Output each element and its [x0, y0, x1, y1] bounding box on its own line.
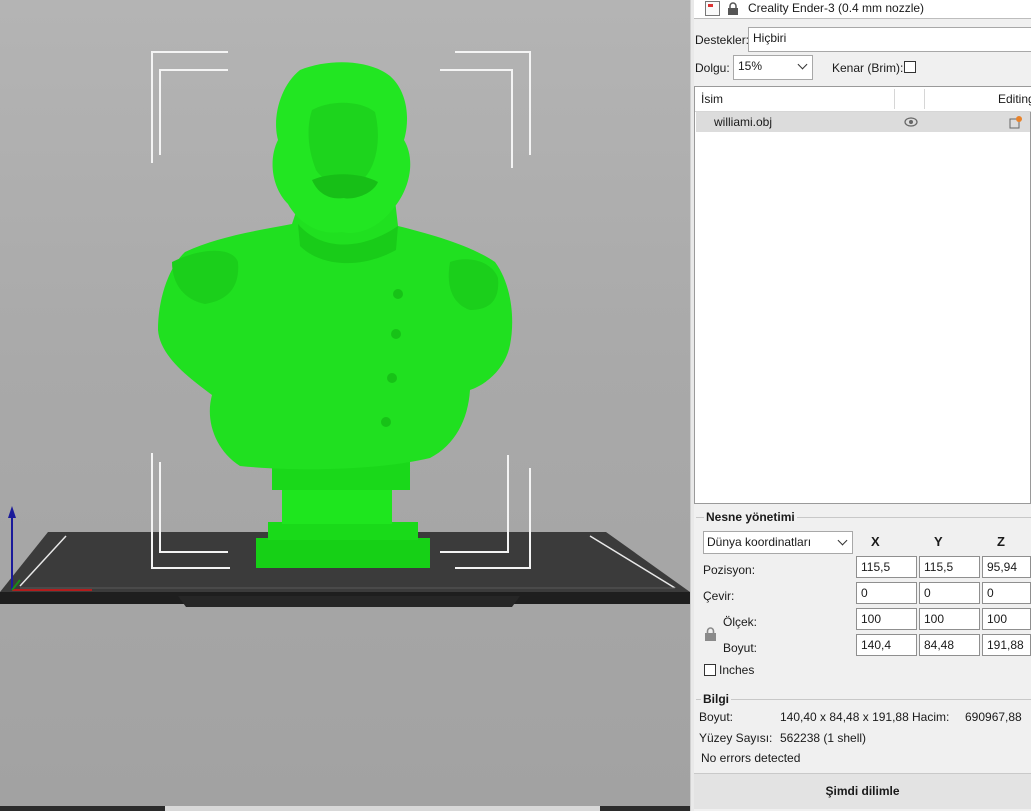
scene-canvas	[0, 51, 690, 607]
info-volume-label: Hacim:	[912, 710, 950, 724]
model-bust[interactable]	[158, 62, 513, 568]
inches-label: Inches	[719, 663, 755, 677]
printer-name: Creality Ender-3 (0.4 mm nozzle)	[748, 1, 925, 15]
sidebar-panel: Creality Ender-3 (0.4 mm nozzle) Destekl…	[694, 0, 1031, 811]
supports-value: Hiçbiri	[753, 31, 787, 45]
axis-y-label: Y	[934, 534, 943, 549]
column-editing-header[interactable]: Editing	[998, 92, 1031, 106]
info-size-label: Boyut:	[699, 710, 734, 724]
eye-icon[interactable]	[904, 117, 918, 127]
scale-label: Ölçek:	[723, 615, 758, 629]
info-size-value: 140,40 x 84,48 x 191,88	[780, 710, 909, 724]
supports-select[interactable]: Hiçbiri	[748, 27, 1031, 52]
position-x-input[interactable]: 115,5	[856, 556, 917, 578]
rotation-x-input[interactable]: 0	[856, 582, 917, 604]
size-x-input[interactable]: 140,4	[856, 634, 917, 656]
coordinate-system-value: Dünya koordinatları	[707, 535, 812, 549]
object-list[interactable]: İsim Editing williami.obj	[694, 86, 1031, 504]
info-volume-value: 690967,88	[965, 710, 1022, 724]
list-item[interactable]: williami.obj	[696, 112, 1030, 132]
infill-select[interactable]: 15%	[733, 55, 813, 80]
size-label: Boyut:	[723, 641, 758, 655]
object-name: williami.obj	[714, 115, 773, 129]
coordinate-system-select[interactable]: Dünya koordinatları	[703, 531, 853, 554]
column-name-header[interactable]: İsim	[701, 92, 723, 106]
brim-label: Kenar (Brim):	[832, 61, 904, 75]
info-errors-status: No errors detected	[701, 751, 801, 765]
viewport-toolbar-strip	[0, 806, 690, 811]
size-y-input[interactable]: 84,48	[919, 634, 980, 656]
info-facets-value: 562238 (1 shell)	[780, 731, 867, 745]
rotation-y-input[interactable]: 0	[919, 582, 980, 604]
position-y-input[interactable]: 115,5	[919, 556, 980, 578]
object-list-header: İsim Editing	[695, 87, 1031, 112]
inches-checkbox[interactable]	[704, 664, 716, 676]
rotation-label: Çevir:	[703, 589, 735, 603]
chevron-down-icon	[797, 59, 808, 70]
info-frame	[696, 699, 1031, 700]
lock-icon	[728, 2, 738, 15]
size-z-input[interactable]: 191,88	[982, 634, 1031, 656]
printer-profile-icon	[705, 1, 720, 16]
scale-x-input[interactable]: 100	[856, 608, 917, 630]
supports-label: Destekler:	[695, 33, 750, 47]
rotation-z-input[interactable]: 0	[982, 582, 1031, 604]
object-manipulation-title: Nesne yönetimi	[704, 510, 797, 524]
position-z-input[interactable]: 95,94	[982, 556, 1031, 578]
scale-lock-icon[interactable]	[704, 627, 717, 641]
infill-label: Dolgu:	[695, 61, 730, 75]
position-label: Pozisyon:	[703, 563, 756, 577]
scale-z-input[interactable]: 100	[982, 608, 1031, 630]
info-facets-label: Yüzey Sayısı:	[699, 731, 773, 745]
infill-value: 15%	[738, 59, 763, 73]
edit-settings-icon[interactable]	[1009, 115, 1023, 129]
scale-y-input[interactable]: 100	[919, 608, 980, 630]
slice-now-button[interactable]: Şimdi dilimle	[694, 773, 1031, 809]
brim-checkbox[interactable]	[904, 61, 916, 73]
printer-selector[interactable]: Creality Ender-3 (0.4 mm nozzle)	[694, 0, 1031, 19]
axis-z-label: Z	[997, 534, 1005, 549]
axis-x-label: X	[871, 534, 880, 549]
chevron-down-icon	[837, 535, 848, 546]
info-title: Bilgi	[701, 692, 731, 706]
3d-viewport[interactable]	[0, 0, 690, 811]
